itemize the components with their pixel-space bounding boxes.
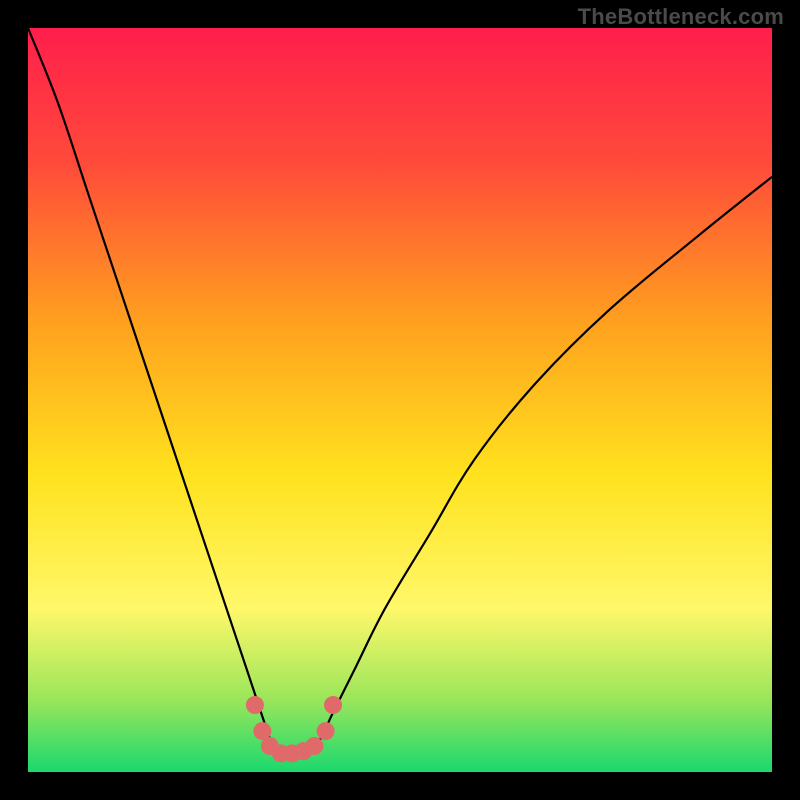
gradient-background — [28, 28, 772, 772]
highlight-dot — [305, 737, 323, 755]
highlight-dot — [317, 722, 335, 740]
outer-black-frame: TheBottleneck.com — [0, 0, 800, 800]
plot-area — [28, 28, 772, 772]
watermark-text: TheBottleneck.com — [578, 4, 784, 30]
highlight-dot — [324, 696, 342, 714]
highlight-dot — [246, 696, 264, 714]
chart-svg — [28, 28, 772, 772]
